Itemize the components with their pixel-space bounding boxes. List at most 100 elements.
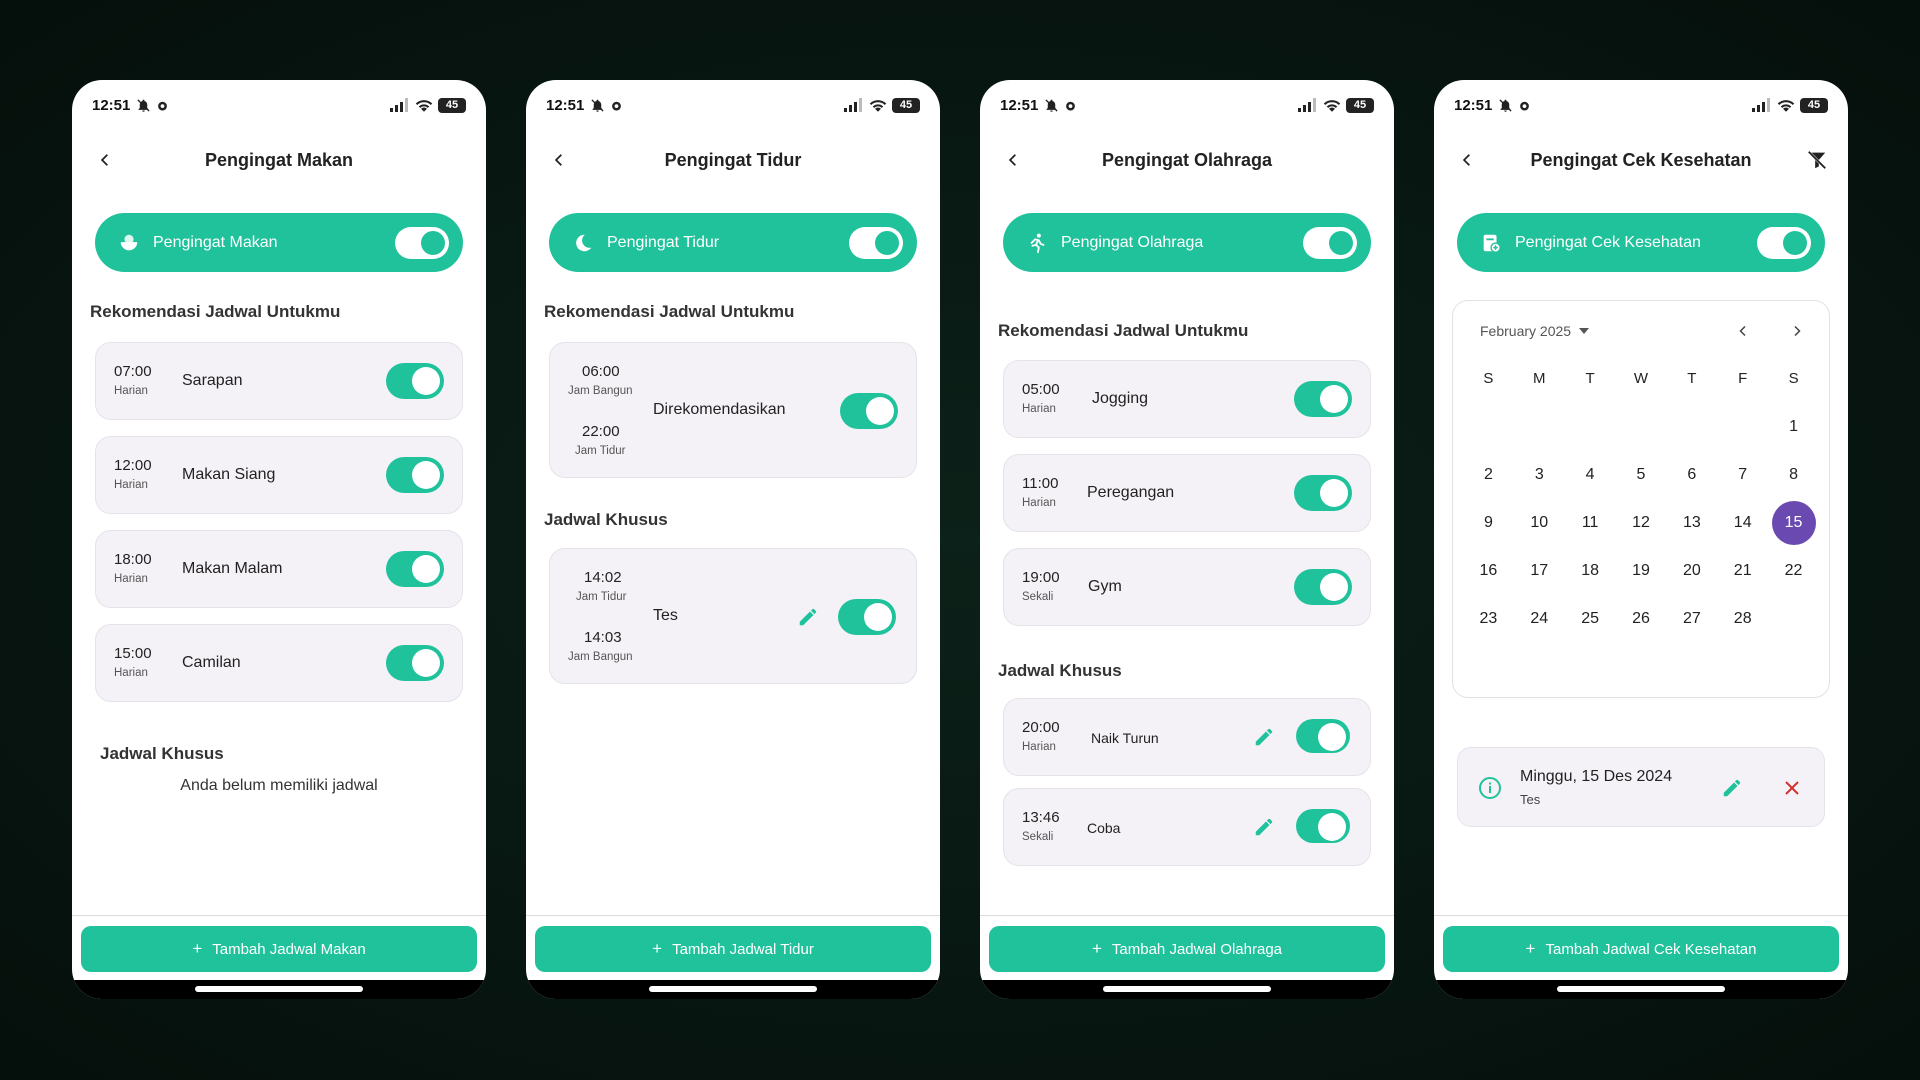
main-reminder-pill: Pengingat Tidur [549, 213, 917, 272]
schedule-toggle[interactable] [1294, 475, 1352, 511]
month-selector[interactable]: February 2025 [1480, 323, 1590, 339]
schedule-time: 13:46 [1022, 809, 1060, 826]
edit-button[interactable] [1252, 815, 1276, 839]
weekday-label: T [1585, 370, 1595, 387]
wifi-icon [1777, 100, 1795, 112]
main-pill-label: Pengingat Cek Kesehatan [1515, 233, 1701, 251]
home-indicator [1557, 986, 1725, 992]
calendar-day[interactable]: 24 [1514, 609, 1565, 657]
prev-month-button[interactable] [1731, 319, 1755, 343]
calendar-day-number: 2 [1483, 466, 1493, 483]
calendar-day-number: 12 [1632, 514, 1650, 531]
caret-down-icon [1579, 328, 1590, 334]
status-bar: 12:51 45 [546, 94, 920, 116]
schedule-toggle[interactable] [1296, 809, 1350, 843]
next-month-button[interactable] [1785, 319, 1809, 343]
add-button-label: Tambah Jadwal Tidur [672, 940, 814, 958]
header: Pengingat Makan [72, 145, 486, 175]
status-bar: 12:51 45 [1000, 94, 1374, 116]
schedule-label: Tes [653, 607, 678, 624]
main-toggle[interactable] [849, 226, 903, 259]
schedule-toggle[interactable] [1294, 381, 1352, 417]
calendar-day[interactable]: 22 [1768, 561, 1819, 609]
schedule-card: 19:00 Sekali Gym [1003, 548, 1371, 626]
add-button-label: Tambah Jadwal Cek Kesehatan [1545, 940, 1757, 958]
phone-screen-cek-kesehatan: 12:51 45 Pengingat Cek Kesehatan Penging… [1434, 80, 1848, 999]
main-toggle[interactable] [1303, 226, 1357, 259]
page-title: Pengingat Makan [204, 150, 354, 170]
calendar-day-number: 16 [1479, 562, 1498, 579]
signal-icon [1752, 98, 1770, 112]
edit-button[interactable] [1252, 725, 1276, 749]
edit-button[interactable] [796, 605, 820, 629]
main-reminder-pill: Pengingat Makan [95, 213, 463, 272]
home-indicator [649, 986, 817, 992]
main-toggle[interactable] [395, 226, 449, 259]
schedule-frequency: Harian [1022, 403, 1056, 415]
schedule-toggle[interactable] [1294, 569, 1352, 605]
schedule-time: 20:00 [1022, 719, 1060, 736]
schedule-toggle[interactable] [386, 457, 444, 493]
schedule-label: Camilan [182, 654, 241, 671]
schedule-label: Coba [1087, 820, 1121, 836]
schedule-toggle[interactable] [386, 363, 444, 399]
recommend-title: Rekomendasi Jadwal Untukmu [90, 302, 341, 321]
schedule-card: 11:00 Harian Peregangan [1003, 454, 1371, 532]
schedule-frequency: Harian [1022, 497, 1056, 509]
wifi-icon [869, 100, 887, 112]
filter-off-button[interactable] [1802, 145, 1832, 175]
schedule-time: 11:00 [1022, 475, 1059, 492]
schedule-toggle[interactable] [1296, 719, 1350, 753]
calendar-day[interactable]: 25 [1565, 609, 1616, 657]
schedule-toggle[interactable] [386, 551, 444, 587]
info-icon [1479, 777, 1501, 799]
calendar-day[interactable]: 28 [1717, 609, 1768, 657]
schedule-label: Naik Turun [1091, 730, 1159, 746]
add-schedule-button[interactable]: + Tambah Jadwal Cek Kesehatan [1443, 926, 1839, 972]
schedule-toggle[interactable] [386, 645, 444, 681]
status-time: 12:51 [1000, 96, 1039, 114]
battery-icon: 45 [1800, 97, 1828, 113]
main-toggle[interactable] [1757, 226, 1811, 259]
weekday-label: M [1533, 370, 1546, 387]
schedule-card: 18:00 Harian Makan Malam [95, 530, 463, 608]
add-button-label: Tambah Jadwal Makan [212, 940, 366, 958]
calendar-day-number: 18 [1581, 562, 1600, 579]
pencil-icon [1255, 818, 1273, 836]
schedule-frequency: Harian [114, 667, 148, 679]
calendar-day[interactable]: 27 [1666, 609, 1717, 657]
schedule-label: Makan Malam [182, 560, 283, 577]
sleep-label: Jam Tidur [576, 591, 627, 603]
calendar-grid: S M T W T F S 1 2 3 4 5 6 7 8 9 10 11 12 13 14 15 16 17 18 19 20 21… [1463, 369, 1819, 657]
empty-state-text: Anda belum memiliki jadwal [180, 777, 378, 794]
wake-time: 06:00 [582, 363, 620, 380]
pencil-icon [1255, 728, 1273, 746]
schedule-toggle[interactable] [840, 393, 898, 429]
phone-screen-olahraga: 12:51 45 Pengingat Olahraga Pengingat Ol… [980, 80, 1394, 999]
schedule-card: 12:00 Harian Makan Siang [95, 436, 463, 514]
delete-button[interactable] [1780, 776, 1804, 800]
main-pill-label: Pengingat Makan [153, 233, 278, 251]
sleep-label: Jam Tidur [575, 445, 626, 457]
plus-icon: + [1091, 939, 1102, 958]
calendar-day[interactable]: 23 [1463, 609, 1514, 657]
recommend-title: Rekomendasi Jadwal Untukmu [998, 321, 1249, 340]
wake-time: 14:03 [584, 629, 622, 646]
schedule-label: Makan Siang [182, 466, 276, 483]
calendar-day-number: 11 [1581, 514, 1599, 531]
main-reminder-pill: Pengingat Cek Kesehatan [1457, 213, 1825, 272]
page-title: Pengingat Olahraga [1101, 150, 1273, 170]
phone-screen-makan: 12:51 45 Pengingat Makan Pengingat Makan… [72, 80, 486, 999]
edit-button[interactable] [1720, 776, 1744, 800]
calendar-day[interactable]: 26 [1616, 609, 1667, 657]
add-schedule-button[interactable]: + Tambah Jadwal Tidur [535, 926, 931, 972]
add-schedule-button[interactable]: + Tambah Jadwal Olahraga [989, 926, 1385, 972]
schedule-toggle[interactable] [838, 599, 896, 635]
status-bar: 12:51 45 [1454, 94, 1828, 116]
status-time: 12:51 [546, 96, 585, 114]
calendar-day-number: 25 [1581, 610, 1600, 627]
filter-off-icon [1806, 149, 1828, 171]
chevron-left-icon [1739, 325, 1746, 337]
add-schedule-button[interactable]: + Tambah Jadwal Makan [81, 926, 477, 972]
signal-icon [390, 98, 408, 112]
